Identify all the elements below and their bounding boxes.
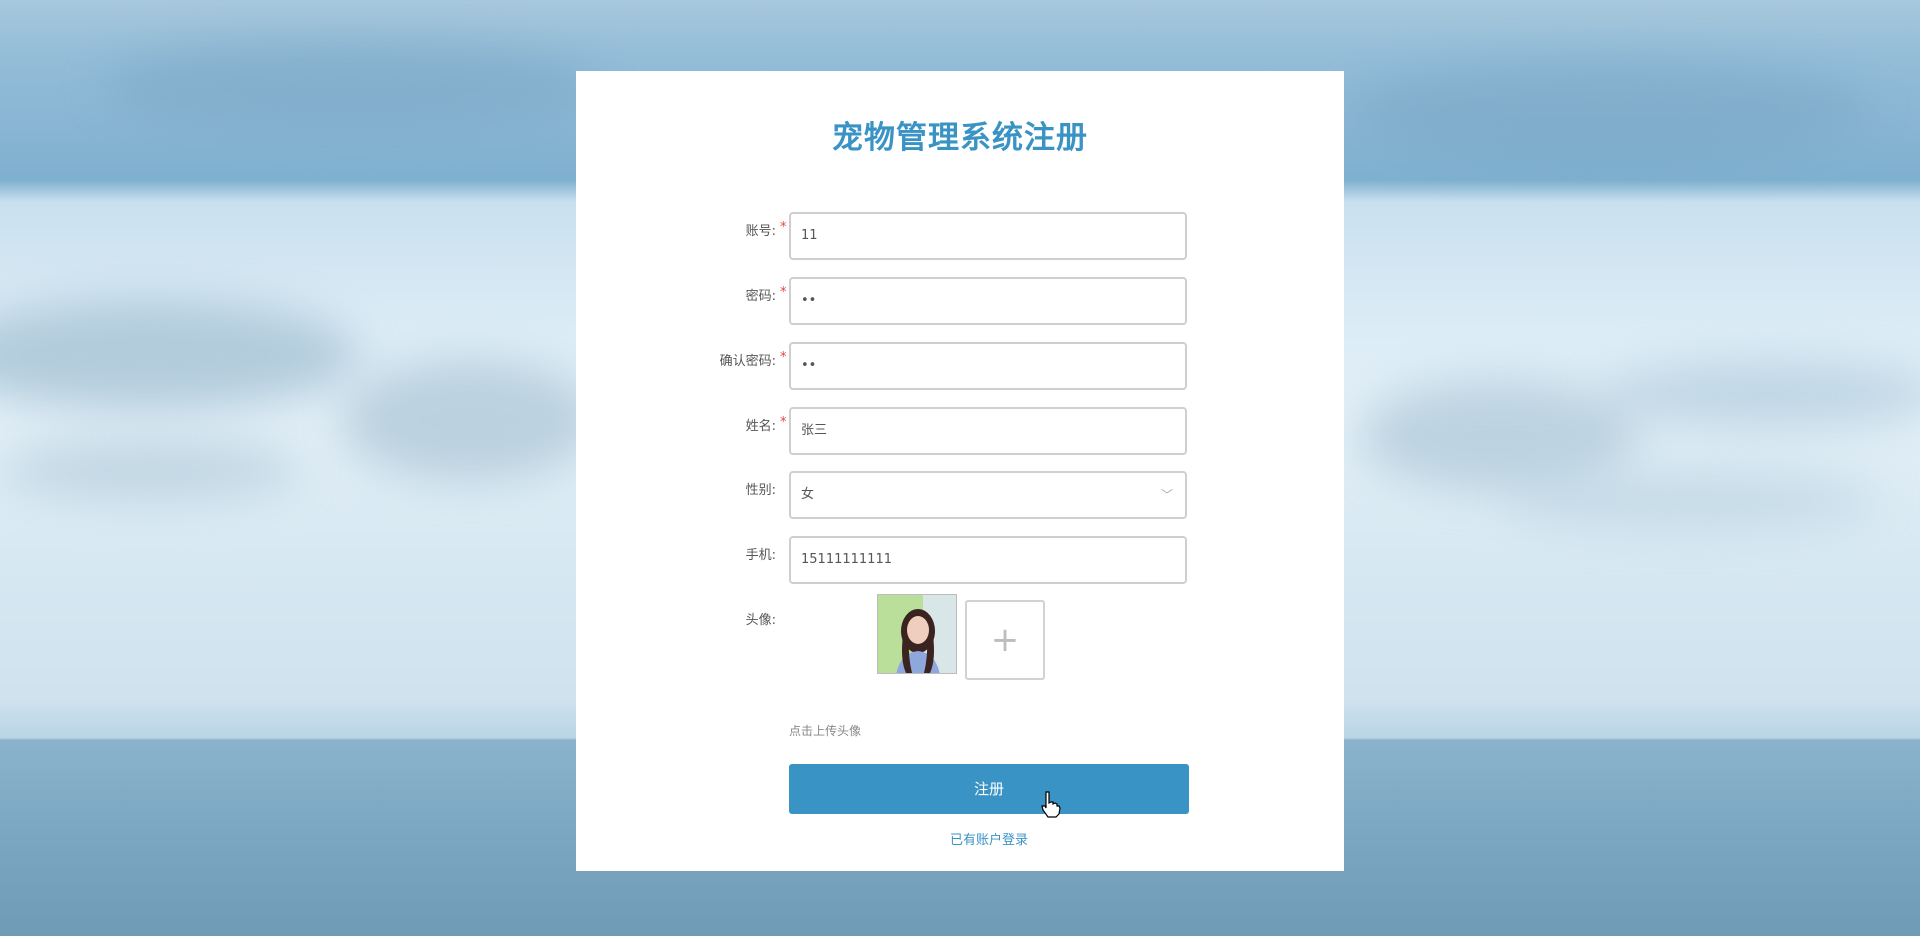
form-row-account: 账号: * 11: [576, 212, 1344, 262]
avatar-upload-button[interactable]: +: [965, 600, 1045, 680]
required-mark: *: [780, 285, 787, 300]
phone-label: 手机:: [745, 548, 776, 563]
chevron-down-icon: ﹀: [1160, 488, 1173, 502]
plus-icon: +: [990, 620, 1020, 660]
gender-label: 性别:: [745, 483, 776, 498]
avatar-label: 头像:: [745, 613, 776, 628]
account-label: 账号:: [745, 224, 776, 239]
hand-cursor-icon: [1041, 791, 1061, 818]
name-label: 姓名:: [745, 419, 776, 434]
confirm-password-input[interactable]: ••: [789, 342, 1187, 390]
form-row-password: 密码: * ••: [576, 277, 1344, 327]
register-button[interactable]: 注册: [789, 764, 1189, 814]
required-mark: *: [780, 415, 787, 430]
form-row-confirm-password: 确认密码: * ••: [576, 342, 1344, 392]
form-row-phone: 手机: 15111111111: [576, 536, 1344, 586]
gender-select-value: 女: [801, 487, 815, 502]
phone-input[interactable]: 15111111111: [789, 536, 1187, 584]
page-title: 宠物管理系统注册: [832, 120, 1088, 156]
password-label: 密码:: [745, 289, 776, 304]
required-mark: *: [780, 350, 787, 365]
upload-hint: 点击上传头像: [789, 724, 862, 738]
login-link[interactable]: 已有账户登录: [789, 829, 1189, 848]
form-row-name: 姓名: * 张三: [576, 407, 1344, 457]
avatar-preview-image[interactable]: [877, 594, 957, 674]
required-mark: *: [780, 220, 787, 235]
account-input[interactable]: 11: [789, 212, 1187, 260]
gender-select[interactable]: 女 ﹀: [789, 471, 1187, 519]
form-row-gender: 性别: 女 ﹀: [576, 471, 1344, 521]
confirm-password-label: 确认密码:: [719, 354, 776, 369]
password-input[interactable]: ••: [789, 277, 1187, 325]
name-input[interactable]: 张三: [789, 407, 1187, 455]
avatar-portrait: [878, 595, 956, 673]
form-row-avatar: 头像:: [576, 601, 1344, 651]
